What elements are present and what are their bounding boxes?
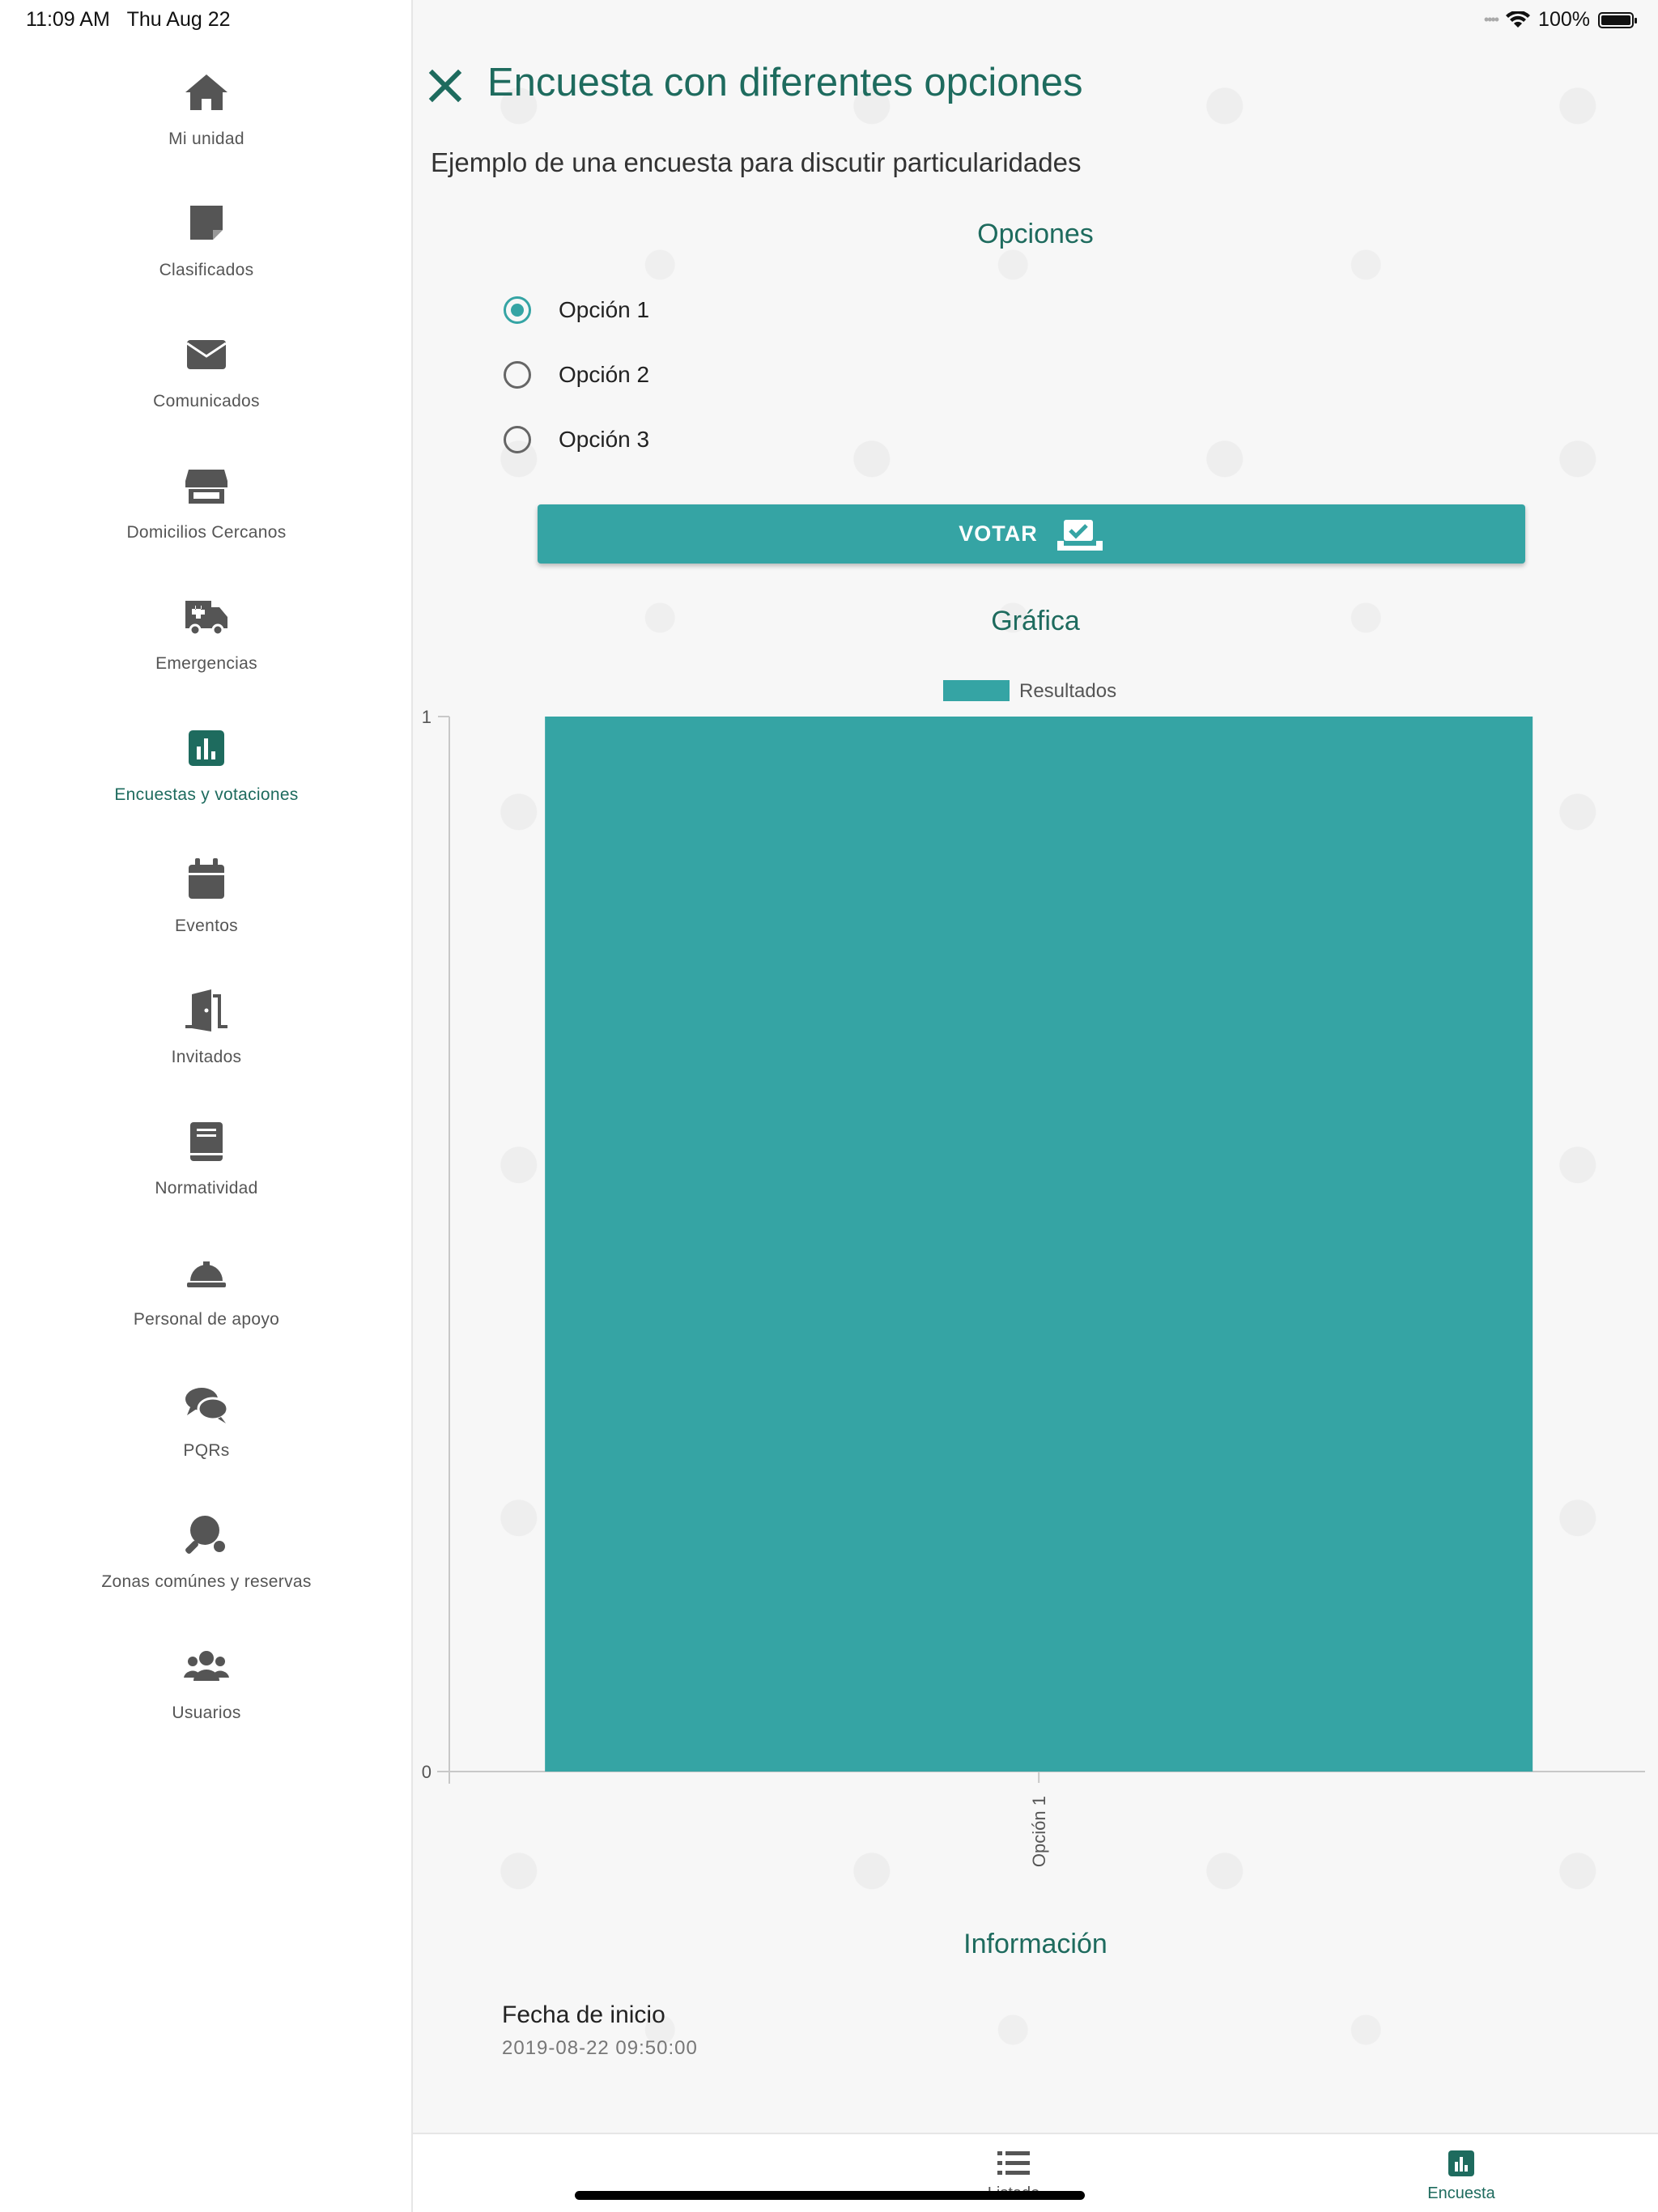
sidebar-item-personal-de-apoyo[interactable]: Personal de apoyo <box>0 1249 413 1370</box>
options-section-title: Opciones <box>977 219 1094 249</box>
sticky-note-icon <box>182 199 231 248</box>
store-icon <box>182 462 231 510</box>
radio-button[interactable] <box>504 426 531 453</box>
poll-description: Ejemplo de una encuesta para discutir pa… <box>431 147 1082 177</box>
signal-icon: •••• <box>1483 11 1499 28</box>
sidebar-item-emergencias[interactable]: Emergencias <box>0 593 413 714</box>
legend-label: Resultados <box>1019 680 1116 702</box>
chart-section-title: Gráfica <box>991 606 1080 636</box>
poll-chart-icon <box>182 724 231 772</box>
y-tick-label: 0 <box>422 1762 432 1782</box>
book-icon <box>182 1117 231 1166</box>
status-indicators: •••• 100% <box>1483 8 1637 32</box>
home-icon <box>182 68 231 117</box>
x-tick-label: Opción 1 <box>1029 1796 1049 1867</box>
y-tick-label: 1 <box>422 707 432 727</box>
ping-pong-icon <box>182 1511 231 1559</box>
option-3[interactable]: Opción 3 <box>504 419 649 460</box>
bar-1 <box>545 717 1533 1772</box>
start-date-label: Fecha de inicio <box>502 2001 665 2028</box>
close-icon[interactable] <box>424 65 466 107</box>
door-open-icon <box>182 986 231 1035</box>
sidebar-item-eventos[interactable]: Eventos <box>0 855 413 976</box>
vote-button[interactable]: VOTAR <box>538 504 1525 564</box>
envelope-icon <box>182 330 231 379</box>
option-1[interactable]: Opción 1 <box>504 290 649 330</box>
radio-button[interactable] <box>504 361 531 389</box>
results-bar-chart: 0 1 Opción 1 Resultados <box>422 680 1645 1867</box>
users-icon <box>182 1642 231 1691</box>
bottom-tab-bar: Listado Encuesta <box>413 2133 1658 2212</box>
sidebar-item-usuarios[interactable]: Usuarios <box>0 1642 413 1763</box>
ballot-box-icon <box>1056 519 1103 551</box>
calendar-icon <box>182 855 231 904</box>
sidebar-item-mi-unidad[interactable]: Mi unidad <box>0 68 413 189</box>
info-section-title: Información <box>963 1929 1107 1959</box>
sidebar: Mi unidad Clasificados Comunicados Domic… <box>0 0 413 2212</box>
poll-chart-icon <box>1448 2150 1474 2176</box>
tab-encuesta[interactable]: Encuesta <box>1340 2149 1583 2203</box>
sidebar-item-comunicados[interactable]: Comunicados <box>0 330 413 452</box>
list-icon <box>997 2151 1030 2175</box>
page-title: Encuesta con diferentes opciones <box>487 61 1083 104</box>
home-indicator <box>575 2191 1085 2200</box>
ambulance-icon <box>182 593 231 641</box>
battery-percent: 100% <box>1538 8 1590 31</box>
legend-swatch <box>943 680 1010 701</box>
status-time: 11:09 AM Thu Aug 22 <box>26 8 231 31</box>
sidebar-item-encuestas-y-votaciones[interactable]: Encuestas y votaciones <box>0 724 413 845</box>
wifi-icon <box>1506 11 1531 28</box>
sidebar-item-domicilios-cercanos[interactable]: Domicilios Cercanos <box>0 462 413 583</box>
start-date-value: 2019-08-22 09:50:00 <box>502 2037 698 2059</box>
radio-button-selected[interactable] <box>504 296 531 324</box>
status-bar: 11:09 AM Thu Aug 22 •••• 100% <box>0 0 1658 39</box>
sidebar-item-invitados[interactable]: Invitados <box>0 986 413 1108</box>
option-2[interactable]: Opción 2 <box>504 355 649 395</box>
sidebar-item-normatividad[interactable]: Normatividad <box>0 1117 413 1239</box>
comments-icon <box>182 1380 231 1428</box>
sidebar-item-pqrs[interactable]: PQRs <box>0 1380 413 1501</box>
battery-icon <box>1598 11 1637 28</box>
main-content: Encuesta con diferentes opciones Ejemplo… <box>413 0 1658 2212</box>
sidebar-item-zonas-comunes-y-reservas[interactable]: Zonas comúnes y reservas <box>0 1511 413 1632</box>
hard-hat-icon <box>182 1249 231 1297</box>
sidebar-item-clasificados[interactable]: Clasificados <box>0 199 413 321</box>
